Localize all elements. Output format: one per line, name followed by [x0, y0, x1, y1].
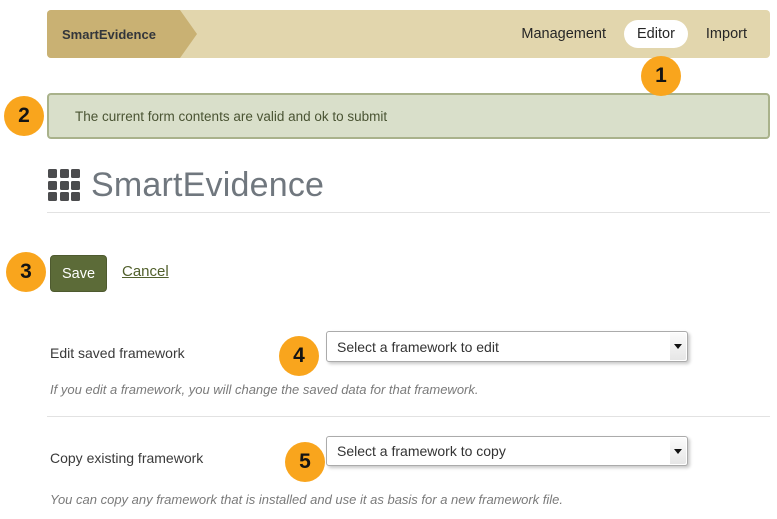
page-title: SmartEvidence [91, 166, 324, 205]
edit-framework-help: If you edit a framework, you will change… [50, 382, 479, 397]
breadcrumb-arrow-tip [180, 10, 197, 58]
breadcrumb-smartevidence[interactable]: SmartEvidence [47, 10, 180, 58]
callout-badge-5: 5 [285, 442, 325, 482]
top-navigation-bar: SmartEvidence Management Editor Import [47, 10, 770, 58]
nav-tab-import[interactable]: Import [706, 26, 747, 42]
nav-tab-editor[interactable]: Editor [624, 20, 688, 48]
chevron-down-icon [670, 333, 686, 360]
heading-divider [47, 212, 770, 213]
chevron-down-icon [670, 438, 686, 464]
edit-framework-label: Edit saved framework [50, 345, 185, 361]
form-valid-alert: The current form contents are valid and … [47, 93, 770, 139]
alert-message: The current form contents are valid and … [75, 109, 387, 124]
callout-badge-1: 1 [641, 56, 681, 96]
cancel-link[interactable]: Cancel [122, 263, 169, 280]
nav-tab-management[interactable]: Management [521, 26, 606, 42]
callout-badge-4: 4 [279, 336, 319, 376]
save-button[interactable]: Save [50, 255, 107, 292]
breadcrumb-label: SmartEvidence [62, 27, 156, 42]
copy-framework-help: You can copy any framework that is insta… [50, 492, 563, 507]
page-heading: SmartEvidence [48, 162, 324, 208]
copy-framework-select[interactable]: Select a framework to copy [326, 436, 688, 466]
nav-links: Management Editor Import [521, 10, 747, 58]
smartevidence-editor-page: SmartEvidence Management Editor Import 1… [0, 0, 777, 519]
copy-framework-select-value: Select a framework to copy [337, 437, 663, 465]
edit-framework-select-value: Select a framework to edit [337, 332, 663, 361]
callout-badge-3: 3 [6, 252, 46, 292]
grid-icon [48, 169, 80, 201]
callout-badge-2: 2 [4, 96, 44, 136]
edit-framework-select[interactable]: Select a framework to edit [326, 331, 688, 362]
section-divider [47, 416, 770, 417]
copy-framework-label: Copy existing framework [50, 450, 203, 466]
